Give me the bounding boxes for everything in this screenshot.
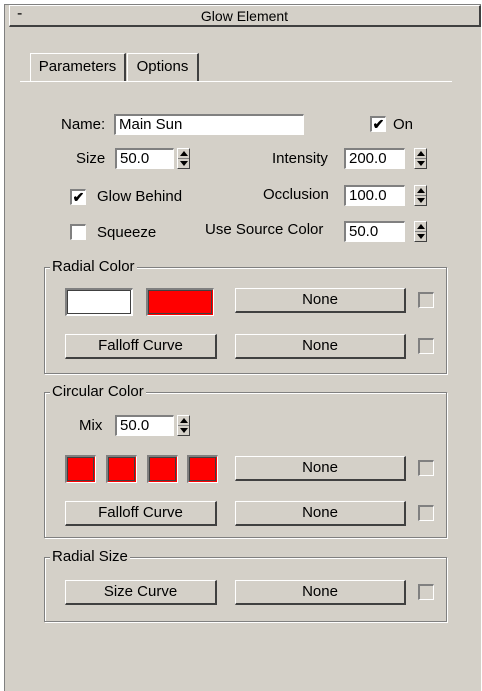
squeeze-checkbox[interactable] (70, 224, 86, 240)
occlusion-spinner[interactable] (414, 185, 427, 206)
spinner-down-icon[interactable] (417, 234, 425, 239)
radial-falloff-map-checkbox[interactable] (418, 338, 434, 354)
radial-falloff-curve-button[interactable]: Falloff Curve (65, 334, 217, 359)
spinner-down-icon[interactable] (417, 161, 425, 166)
size-curve-button[interactable]: Size Curve (65, 580, 217, 605)
radial-color-swatch-2[interactable] (146, 288, 214, 316)
radial-color-title: Radial Color (50, 258, 137, 275)
swatch-fill (67, 457, 95, 482)
intensity-spinner[interactable] (414, 148, 427, 169)
on-label: On (393, 116, 414, 133)
size-label: Size (76, 150, 106, 167)
spinner-up-icon[interactable] (180, 418, 188, 423)
use-source-color-field[interactable]: 50.0 (344, 221, 405, 242)
size-spinner[interactable] (177, 148, 190, 169)
use-source-color-spinner[interactable] (414, 221, 427, 242)
radial-size-map-button[interactable]: None (235, 580, 406, 605)
circular-color-map-button[interactable]: None (235, 456, 406, 481)
spinner-up-icon[interactable] (180, 151, 188, 156)
check-mark-icon: ✔ (372, 116, 385, 132)
swatch-fill (67, 290, 132, 315)
circular-color-map-checkbox[interactable] (418, 460, 434, 476)
mix-label: Mix (79, 417, 103, 434)
radial-color-map-button[interactable]: None (235, 288, 406, 313)
radial-falloff-map-button[interactable]: None (235, 334, 406, 359)
mix-spinner[interactable] (177, 415, 190, 436)
circular-falloff-curve-button[interactable]: Falloff Curve (65, 501, 217, 526)
circular-color-swatch-3[interactable] (147, 455, 178, 483)
intensity-label: Intensity (272, 150, 328, 167)
circular-color-title: Circular Color (50, 383, 146, 400)
occlusion-label: Occlusion (263, 186, 329, 203)
circular-color-swatch-4[interactable] (187, 455, 218, 483)
spinner-up-icon[interactable] (417, 151, 425, 156)
spinner-down-icon[interactable] (417, 198, 425, 203)
mix-field[interactable]: 50.0 (115, 415, 174, 436)
radial-size-title: Radial Size (50, 548, 130, 565)
tab-options[interactable]: Options (127, 53, 199, 81)
glow-behind-label: Glow Behind (97, 188, 183, 205)
tab-divider (20, 81, 452, 82)
swatch-fill (189, 457, 217, 482)
intensity-field[interactable]: 200.0 (344, 148, 405, 169)
swatch-fill (149, 457, 177, 482)
swatch-fill (148, 290, 213, 315)
spinner-down-icon[interactable] (180, 428, 188, 433)
glow-behind-checkbox[interactable]: ✔ (70, 189, 86, 205)
rollout-title: Glow Element (200, 8, 289, 24)
occlusion-field[interactable]: 100.0 (344, 185, 405, 206)
swatch-fill (108, 457, 136, 482)
spinner-up-icon[interactable] (417, 224, 425, 229)
circular-color-swatch-2[interactable] (106, 455, 137, 483)
check-mark-icon: ✔ (72, 189, 85, 205)
name-label: Name: (61, 116, 106, 133)
tab-parameters-label: Parameters (38, 58, 117, 75)
use-source-color-label: Use Source Color (205, 221, 324, 238)
name-input[interactable]: Main Sun (114, 114, 304, 135)
radial-color-map-checkbox[interactable] (418, 292, 434, 308)
radial-size-map-checkbox[interactable] (418, 584, 434, 600)
rollout-title-bar[interactable]: - Glow Element (9, 5, 481, 27)
circular-falloff-map-checkbox[interactable] (418, 505, 434, 521)
circular-falloff-map-button[interactable]: None (235, 501, 406, 526)
tab-options-label: Options (136, 58, 189, 75)
squeeze-label: Squeeze (97, 224, 157, 241)
radial-color-swatch-1[interactable] (65, 288, 133, 316)
on-checkbox[interactable]: ✔ (370, 116, 386, 132)
tab-parameters[interactable]: Parameters (30, 53, 126, 81)
size-field[interactable]: 50.0 (115, 148, 174, 169)
spinner-down-icon[interactable] (180, 161, 188, 166)
circular-color-swatch-1[interactable] (65, 455, 96, 483)
spinner-up-icon[interactable] (417, 188, 425, 193)
